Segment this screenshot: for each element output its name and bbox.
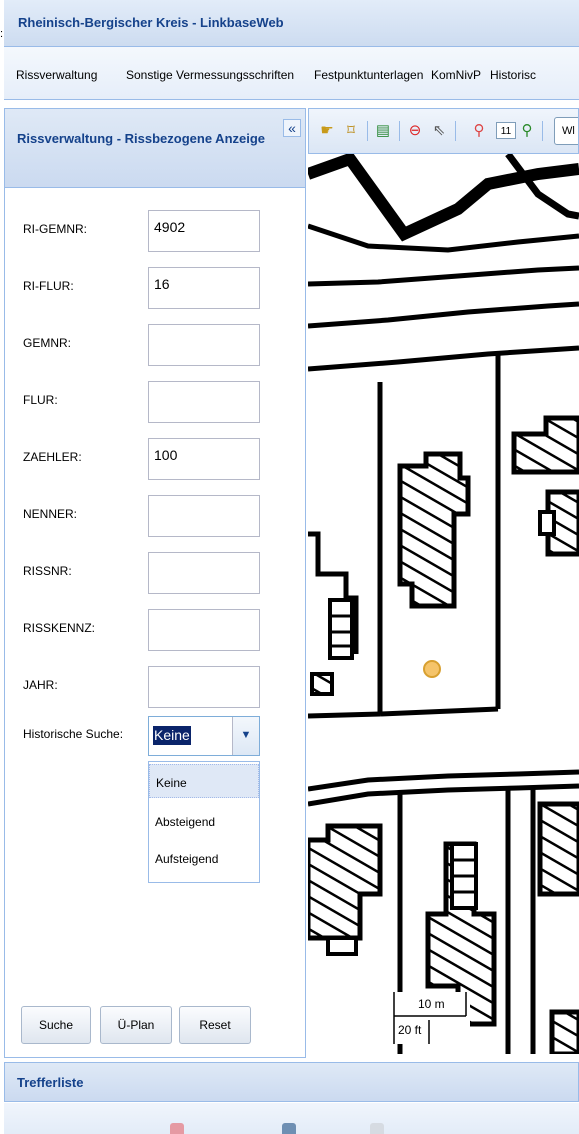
panel-header: Rissverwaltung - Rissbezogene Anzeige « [5, 109, 305, 188]
map-canvas[interactable] [308, 154, 579, 1054]
label-risskennz: RISSKENNZ: [23, 621, 96, 635]
label-jahr: JAHR: [23, 678, 58, 692]
boundary-line [505, 154, 579, 220]
menu-item-komnivp[interactable]: KomNivP [431, 68, 481, 82]
results-tool-icon[interactable] [370, 1123, 384, 1134]
street-line [308, 265, 579, 287]
street-line [308, 223, 579, 253]
zoom-in-icon[interactable]: ⚲ [517, 120, 537, 142]
option-aufsteigend[interactable]: Aufsteigend [149, 841, 259, 875]
results-toolbar [4, 1103, 579, 1134]
building [310, 672, 334, 696]
chevron-down-icon: ▼ [240, 729, 252, 741]
menu-item-historisch[interactable]: Historisc [490, 68, 536, 82]
title-bar: Rheinisch-Bergischer Kreis - LinkbaseWeb [4, 0, 579, 47]
location-marker-icon[interactable] [423, 660, 441, 678]
main-menu: Rissverwaltung Sonstige Vermessungsschri… [4, 47, 579, 100]
overview-plan-button[interactable]: Ü-Plan [100, 1006, 172, 1044]
pan-hand-icon[interactable]: ☛ [317, 120, 337, 142]
annex [538, 510, 556, 536]
historische-suche-select[interactable]: Keine ▼ [148, 716, 260, 756]
zoom-out-icon[interactable]: ⚲ [469, 120, 489, 142]
label-rissnr: RISSNR: [23, 564, 72, 578]
gemnr-field[interactable] [148, 324, 260, 366]
building [537, 801, 579, 897]
toolbar-separator [367, 121, 368, 141]
label-ri-flur: RI-FLUR: [23, 279, 74, 293]
reset-button[interactable]: Reset [179, 1006, 251, 1044]
street-line [308, 301, 579, 329]
building [308, 823, 383, 941]
building [549, 1009, 579, 1054]
stop-icon[interactable]: ⊖ [405, 120, 425, 142]
results-panel-header: Trefferliste [4, 1062, 579, 1102]
label-nenner: NENNER: [23, 507, 78, 521]
double-chevron-left-icon: « [288, 120, 296, 136]
parcel-line [308, 711, 381, 719]
toolbar-separator [399, 121, 400, 141]
menu-item-sonstige[interactable]: Sonstige Vermessungsschriften [126, 68, 294, 82]
panel-title: Rissverwaltung - Rissbezogene Anzeige [17, 131, 266, 146]
street-line [308, 783, 579, 807]
flur-field[interactable] [148, 381, 260, 423]
cadastral-map [308, 154, 579, 1054]
zaehler-field[interactable]: 100 [148, 438, 260, 480]
search-button[interactable]: Suche [21, 1006, 91, 1044]
street-line [308, 345, 579, 372]
label-historische-suche: Historische Suche: [23, 727, 124, 741]
historische-suche-value: Keine [153, 726, 191, 745]
option-keine[interactable]: Keine [149, 764, 259, 798]
label-gemnr: GEMNR: [23, 336, 71, 350]
historische-suche-options: Keine Absteigend Aufsteigend [148, 761, 260, 883]
menu-item-festpunkt[interactable]: Festpunktunterlagen [314, 68, 423, 82]
ri-gemnr-field[interactable]: 4902 [148, 210, 260, 252]
map-toolbar: ☛ ⌑ ▤ ⊖ ⇖ ⚲ 11 ⚲ Wl [308, 108, 579, 154]
zoom-extent-icon[interactable]: ⌑ [341, 120, 361, 142]
scale-bar: 10 m 20 ft [392, 992, 470, 1044]
pointer-icon[interactable]: ⇖ [429, 120, 449, 142]
annex [326, 936, 358, 956]
map-view-button[interactable]: Wl [554, 117, 578, 145]
toolbar-separator [542, 121, 543, 141]
scale-imperial-label: 20 ft [398, 1023, 422, 1037]
collapse-panel-button[interactable]: « [283, 119, 301, 137]
zoom-level-field[interactable]: 11 [496, 122, 516, 139]
risskennz-field[interactable] [148, 609, 260, 651]
stairs [328, 598, 354, 660]
results-tool-icon[interactable] [170, 1123, 184, 1134]
label-flur: FLUR: [23, 393, 58, 407]
scale-metric-label: 10 m [418, 997, 445, 1011]
rissnr-field[interactable] [148, 552, 260, 594]
option-absteigend[interactable]: Absteigend [149, 804, 259, 838]
export-icon[interactable]: ▤ [373, 120, 393, 142]
results-tool-icon[interactable] [282, 1123, 296, 1134]
dropdown-trigger-button[interactable]: ▼ [232, 717, 259, 755]
parcel-line [379, 706, 499, 717]
label-ri-gemnr: RI-GEMNR: [23, 222, 87, 236]
toolbar-separator [455, 121, 456, 141]
menu-item-rissverwaltung[interactable]: Rissverwaltung [16, 68, 97, 82]
label-zaehler: ZAEHLER: [23, 450, 82, 464]
search-panel: Rissverwaltung - Rissbezogene Anzeige « … [4, 108, 306, 1058]
ri-flur-field[interactable]: 16 [148, 267, 260, 309]
jahr-field[interactable] [148, 666, 260, 708]
nenner-field[interactable] [148, 495, 260, 537]
app-title: Rheinisch-Bergischer Kreis - LinkbaseWeb [18, 15, 284, 30]
building [397, 451, 471, 609]
results-title: Trefferliste [17, 1075, 84, 1090]
building [511, 415, 579, 475]
